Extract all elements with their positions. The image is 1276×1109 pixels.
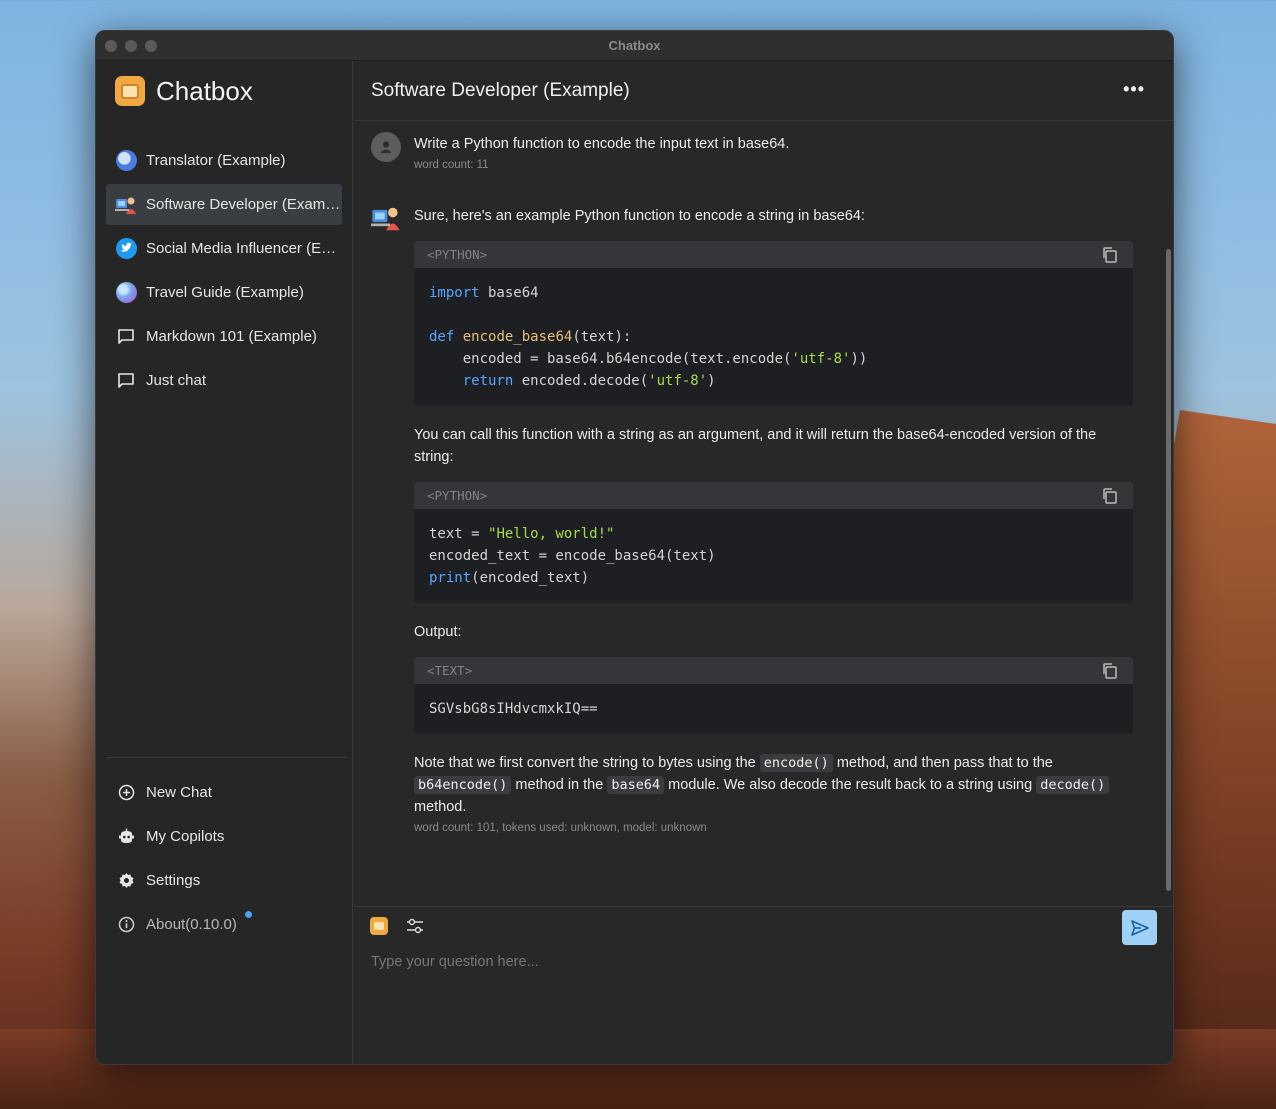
copy-icon[interactable] — [1101, 662, 1119, 680]
code-block-header: <TEXT> — [414, 657, 1133, 684]
inline-code: base64 — [607, 776, 665, 794]
chat-item-just-chat[interactable]: Just chat — [106, 360, 342, 401]
chat-item-travel-guide[interactable]: Travel Guide (Example) — [106, 272, 342, 313]
chatbox-logo-icon — [115, 76, 145, 106]
robot-icon — [115, 825, 137, 847]
desktop-wallpaper-rock — [1156, 410, 1276, 1109]
settings-label: Settings — [146, 871, 201, 889]
my-copilots-label: My Copilots — [146, 827, 225, 845]
sidebar-menu: New Chat My Copilots Settings About(0.10… — [106, 757, 347, 946]
translator-avatar-icon — [115, 150, 137, 172]
brand-name: Chatbox — [156, 75, 253, 106]
settings-button[interactable]: Settings — [106, 858, 347, 902]
conversation-header: Software Developer (Example) ••• — [354, 61, 1173, 121]
chat-item-label: Just chat — [146, 372, 207, 389]
chat-bubble-icon — [115, 370, 137, 392]
assistant-paragraph-2: You can call this function with a string… — [414, 427, 1097, 465]
code-block-header: <PYTHON> — [414, 241, 1133, 268]
about-label: About(0.10.0) — [146, 915, 237, 933]
app-window: Chatbox Chatbox Translator (Example) Sof… — [95, 30, 1174, 1065]
more-options-button[interactable]: ••• — [1123, 80, 1145, 98]
user-message-text: Write a Python function to encode the in… — [414, 136, 790, 152]
inline-code: encode() — [759, 754, 833, 772]
sliders-icon[interactable] — [405, 916, 425, 936]
send-icon — [1130, 919, 1149, 936]
new-chat-button[interactable]: New Chat — [106, 770, 347, 814]
code-block-python-1: <PYTHON> import base64 def encode_base64… — [414, 241, 1133, 406]
title-bar: Chatbox — [96, 31, 1173, 61]
assistant-intro-text: Sure, here's an example Python function … — [414, 208, 865, 224]
send-button[interactable] — [1122, 910, 1157, 945]
conversation-title: Software Developer (Example) — [371, 79, 630, 101]
assistant-message: Sure, here's an example Python function … — [354, 171, 1173, 834]
assistant-note-paragraph: Note that we first convert the string to… — [414, 752, 1133, 818]
user-avatar-icon — [371, 132, 401, 162]
code-block-text: <TEXT> SGVsbG8sIHdvcmxkIQ== — [414, 657, 1133, 734]
chat-item-label: Social Media Influencer (E… — [146, 240, 337, 257]
chat-item-label: Software Developer (Exam… — [146, 196, 341, 213]
gear-icon — [115, 869, 137, 891]
about-button[interactable]: About(0.10.0) — [106, 902, 347, 946]
globe-avatar-icon — [115, 282, 137, 304]
chat-item-software-developer[interactable]: Software Developer (Exam… — [106, 184, 342, 225]
new-chat-label: New Chat — [146, 783, 212, 801]
update-badge — [245, 911, 252, 918]
code-block-header: <PYTHON> — [414, 482, 1133, 509]
chat-bubble-icon — [115, 326, 137, 348]
code-language-label: <PYTHON> — [427, 488, 488, 503]
my-copilots-button[interactable]: My Copilots — [106, 814, 347, 858]
user-message: Write a Python function to encode the in… — [354, 122, 1173, 171]
developer-avatar-icon — [371, 203, 401, 233]
window-title: Chatbox — [608, 38, 661, 53]
chat-list: Translator (Example) Software Developer … — [96, 140, 352, 401]
copy-icon[interactable] — [1101, 487, 1119, 505]
code-content: text = "Hello, world!" encoded_text = en… — [429, 526, 716, 586]
code-language-label: <TEXT> — [427, 663, 473, 678]
inline-code: b64encode() — [414, 776, 512, 794]
code-block-python-2: <PYTHON> text = "Hello, world!" encoded_… — [414, 482, 1133, 603]
user-message-meta: word count: 11 — [414, 159, 489, 171]
developer-avatar-icon — [115, 194, 137, 216]
chat-item-label: Translator (Example) — [146, 152, 286, 169]
code-content: SGVsbG8sIHdvcmxkIQ== — [429, 701, 598, 717]
chat-item-label: Travel Guide (Example) — [146, 284, 304, 301]
message-list[interactable]: Write a Python function to encode the in… — [354, 122, 1173, 906]
main-panel: Software Developer (Example) ••• Write a… — [354, 61, 1173, 1064]
composer-toolbar — [354, 907, 1173, 945]
composer: Type your question here... — [354, 906, 1173, 1064]
message-input[interactable]: Type your question here... — [371, 954, 539, 970]
code-language-label: <PYTHON> — [427, 247, 488, 262]
copilot-picker-icon[interactable] — [370, 917, 388, 935]
twitter-bird-icon — [115, 238, 137, 260]
chat-item-markdown-101[interactable]: Markdown 101 (Example) — [106, 316, 342, 357]
copy-icon[interactable] — [1101, 246, 1119, 264]
chat-item-translator[interactable]: Translator (Example) — [106, 140, 342, 181]
inline-code: decode() — [1036, 776, 1110, 794]
plus-circle-icon — [115, 781, 137, 803]
chat-item-social-media-influencer[interactable]: Social Media Influencer (E… — [106, 228, 342, 269]
info-icon — [115, 913, 137, 935]
sidebar: Chatbox Translator (Example) Software De… — [96, 61, 353, 1064]
chat-item-label: Markdown 101 (Example) — [146, 328, 317, 345]
output-label: Output: — [414, 624, 462, 640]
assistant-message-meta: word count: 101, tokens used: unknown, m… — [414, 822, 707, 834]
code-content: import base64 def encode_base64(text): e… — [429, 285, 868, 389]
brand: Chatbox — [96, 61, 352, 121]
